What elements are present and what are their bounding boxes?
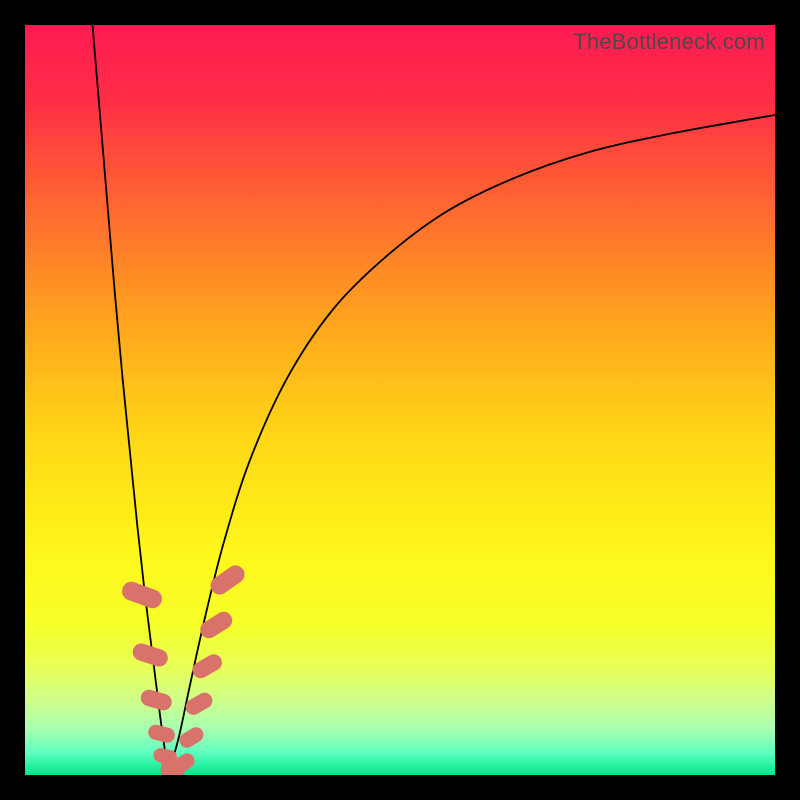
bead-marker (119, 579, 164, 611)
plot-area: TheBottleneck.com (25, 25, 775, 775)
chart-frame: TheBottleneck.com (0, 0, 800, 800)
beads-group (119, 562, 248, 775)
bead-marker (130, 641, 170, 669)
curve-right-branch (169, 115, 775, 771)
bead-marker (207, 562, 248, 598)
bead-marker (147, 723, 177, 744)
curve-layer (25, 25, 775, 775)
bead-marker (197, 609, 235, 642)
bead-marker (189, 651, 225, 681)
